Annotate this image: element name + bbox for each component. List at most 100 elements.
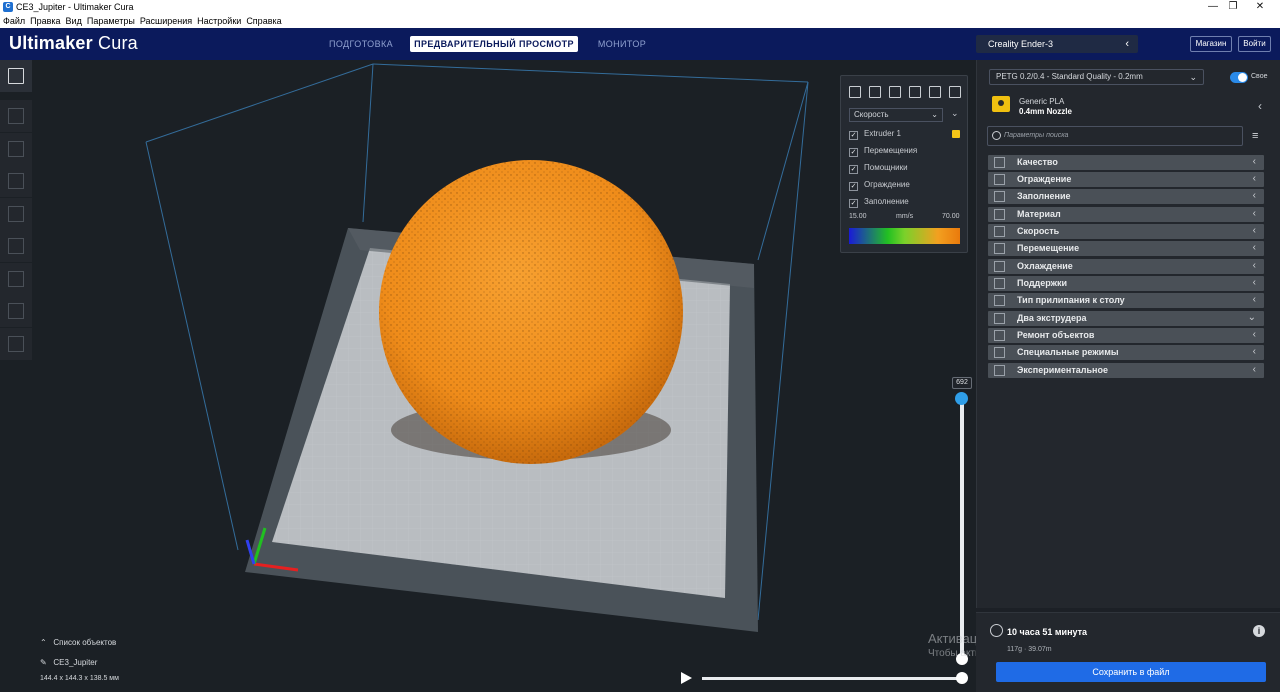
app-header: Ultimaker Cura ПОДГОТОВКА ПРЕДВАРИТЕЛЬНЫ… bbox=[0, 28, 1280, 60]
printer-selector[interactable]: Creality Ender-3 ‹ bbox=[976, 35, 1138, 53]
support-blocker-icon bbox=[8, 271, 24, 287]
speed-gradient-bar bbox=[849, 228, 960, 244]
category-shell[interactable]: Ограждение ‹ bbox=[988, 172, 1264, 187]
category-cooling[interactable]: Охлаждение ‹ bbox=[988, 259, 1264, 274]
menu-file[interactable]: Файл bbox=[3, 16, 25, 26]
rotate-tool-button[interactable] bbox=[0, 165, 32, 197]
chevron-down-icon: ⌄ bbox=[1247, 312, 1256, 323]
cura-app-icon: C bbox=[3, 2, 13, 12]
mirror-tool-button[interactable] bbox=[0, 198, 32, 230]
folder-icon bbox=[8, 68, 24, 84]
settings-visibility-menu-icon[interactable]: ≡ bbox=[1252, 130, 1258, 142]
chevron-left-icon[interactable]: ‹ bbox=[1245, 93, 1275, 119]
scale-tool-button[interactable] bbox=[0, 133, 32, 165]
marketplace-button[interactable]: Магазин bbox=[1190, 36, 1232, 52]
category-speed[interactable]: Скорость ‹ bbox=[988, 224, 1264, 239]
search-icon bbox=[992, 131, 1001, 140]
menu-preferences[interactable]: Настройки bbox=[197, 16, 241, 26]
extruder-color-swatch bbox=[952, 130, 960, 138]
chevron-down-icon: ⌄ bbox=[931, 110, 938, 119]
category-quality[interactable]: Качество ‹ bbox=[988, 155, 1264, 170]
legend-shell[interactable]: ✓ Ограждение bbox=[849, 179, 910, 191]
settings-search-input[interactable]: Параметры поиска bbox=[987, 126, 1243, 146]
cylinder-icon bbox=[8, 336, 24, 352]
material-name: Generic PLA bbox=[1019, 97, 1065, 106]
custom-mode-toggle[interactable] bbox=[1230, 72, 1248, 83]
menu-extensions[interactable]: Расширения bbox=[140, 16, 192, 26]
model-sphere-texture bbox=[379, 160, 683, 464]
menu-view[interactable]: Вид bbox=[66, 16, 82, 26]
support-icon bbox=[994, 278, 1005, 289]
tab-monitor[interactable]: МОНИТОР bbox=[588, 36, 656, 52]
chevron-left-icon: ‹ bbox=[1252, 364, 1256, 375]
legend-travels[interactable]: ✓ Перемещения bbox=[849, 145, 917, 157]
close-button[interactable]: ✕ bbox=[1240, 0, 1280, 14]
collapse-panel-icon[interactable]: ⌄ bbox=[951, 108, 959, 119]
print-summary-panel: 10 часа 51 минута 117g · 39.07m i Сохран… bbox=[976, 612, 1280, 692]
pencil-icon: ✎ bbox=[40, 658, 47, 667]
build-volume-scene bbox=[145, 63, 809, 632]
menu-edit[interactable]: Правка bbox=[30, 16, 60, 26]
layflat-tool-button[interactable] bbox=[0, 295, 32, 327]
legend-helpers[interactable]: ✓ Помощники bbox=[849, 162, 908, 174]
path-slider-track[interactable] bbox=[702, 677, 964, 680]
move-icon bbox=[8, 108, 24, 124]
save-to-file-button[interactable]: Сохранить в файл bbox=[996, 662, 1266, 682]
menu-help[interactable]: Справка bbox=[246, 16, 281, 26]
tab-prepare[interactable]: ПОДГОТОВКА bbox=[318, 36, 404, 52]
custom-mode-label: Свое bbox=[1251, 73, 1268, 80]
object-item[interactable]: ✎ CE3_Jupiter bbox=[40, 658, 97, 667]
legend-extruder-1[interactable]: ✓ Extruder 1 bbox=[849, 128, 901, 140]
chevron-left-icon: ‹ bbox=[1252, 190, 1256, 201]
category-adhesion[interactable]: Тип прилипания к столу ‹ bbox=[988, 293, 1264, 308]
layer-slider-top-handle[interactable] bbox=[955, 392, 968, 405]
info-icon[interactable]: i bbox=[1253, 625, 1265, 637]
layer-slider-track[interactable] bbox=[960, 398, 964, 660]
per-model-icon bbox=[8, 238, 24, 254]
path-slider-handle[interactable] bbox=[956, 672, 968, 684]
camera-3d-icon[interactable] bbox=[849, 86, 861, 98]
menu-settings[interactable]: Параметры bbox=[87, 16, 135, 26]
category-support[interactable]: Поддержки ‹ bbox=[988, 276, 1264, 291]
open-file-button[interactable] bbox=[0, 60, 32, 92]
chevron-up-icon: ⌃ bbox=[40, 638, 47, 647]
category-dual-extrusion[interactable]: Два экструдера ⌄ bbox=[988, 311, 1264, 326]
camera-front-icon[interactable] bbox=[869, 86, 881, 98]
signin-button[interactable]: Войти bbox=[1238, 36, 1271, 52]
printer-name: Creality Ender-3 bbox=[988, 39, 1054, 49]
rotate-icon bbox=[8, 173, 24, 189]
profile-selector[interactable]: PETG 0.2/0.4 - Standard Quality - 0.2mm … bbox=[989, 69, 1204, 85]
category-material[interactable]: Материал ‹ bbox=[988, 207, 1264, 222]
category-travel[interactable]: Перемещение ‹ bbox=[988, 241, 1264, 256]
mesh-fix-icon bbox=[994, 330, 1005, 341]
scale-unit: mm/s bbox=[896, 213, 914, 220]
chevron-left-icon: ‹ bbox=[1252, 277, 1256, 288]
layer-number-label[interactable]: 692 bbox=[952, 377, 972, 389]
support-blocker-button[interactable] bbox=[0, 263, 32, 295]
viewport-3d[interactable] bbox=[0, 60, 976, 692]
play-icon[interactable] bbox=[681, 672, 692, 684]
object-list-toggle[interactable]: ⌃ Список объектов bbox=[40, 638, 116, 647]
chevron-left-icon: ‹ bbox=[1252, 260, 1256, 271]
category-experimental[interactable]: Экспериментальное ‹ bbox=[988, 363, 1264, 378]
dual-extruder-icon bbox=[994, 313, 1005, 324]
tab-preview[interactable]: ПРЕДВАРИТЕЛЬНЫЙ ПРОСМОТР bbox=[410, 36, 578, 52]
camera-top-icon[interactable] bbox=[889, 86, 901, 98]
legend-infill[interactable]: ✓ Заполнение bbox=[849, 196, 909, 208]
chevron-left-icon: ‹ bbox=[1252, 156, 1256, 167]
move-tool-button[interactable] bbox=[0, 100, 32, 132]
category-mesh-fixes[interactable]: Ремонт объектов ‹ bbox=[988, 328, 1264, 343]
mirror-icon bbox=[8, 206, 24, 222]
adhesion-icon bbox=[994, 295, 1005, 306]
view-type-icon[interactable] bbox=[949, 86, 961, 98]
checkbox-icon: ✓ bbox=[849, 131, 858, 140]
color-scheme-select[interactable]: Скорость ⌄ bbox=[849, 108, 943, 122]
speed-icon bbox=[994, 226, 1005, 237]
category-special-modes[interactable]: Специальные режимы ‹ bbox=[988, 345, 1264, 360]
scale-max: 70.00 bbox=[942, 213, 960, 220]
camera-right-icon[interactable] bbox=[929, 86, 941, 98]
per-model-settings-button[interactable] bbox=[0, 230, 32, 262]
camera-left-icon[interactable] bbox=[909, 86, 921, 98]
category-infill[interactable]: Заполнение ‹ bbox=[988, 189, 1264, 204]
cylinder-tool-button[interactable] bbox=[0, 328, 32, 360]
